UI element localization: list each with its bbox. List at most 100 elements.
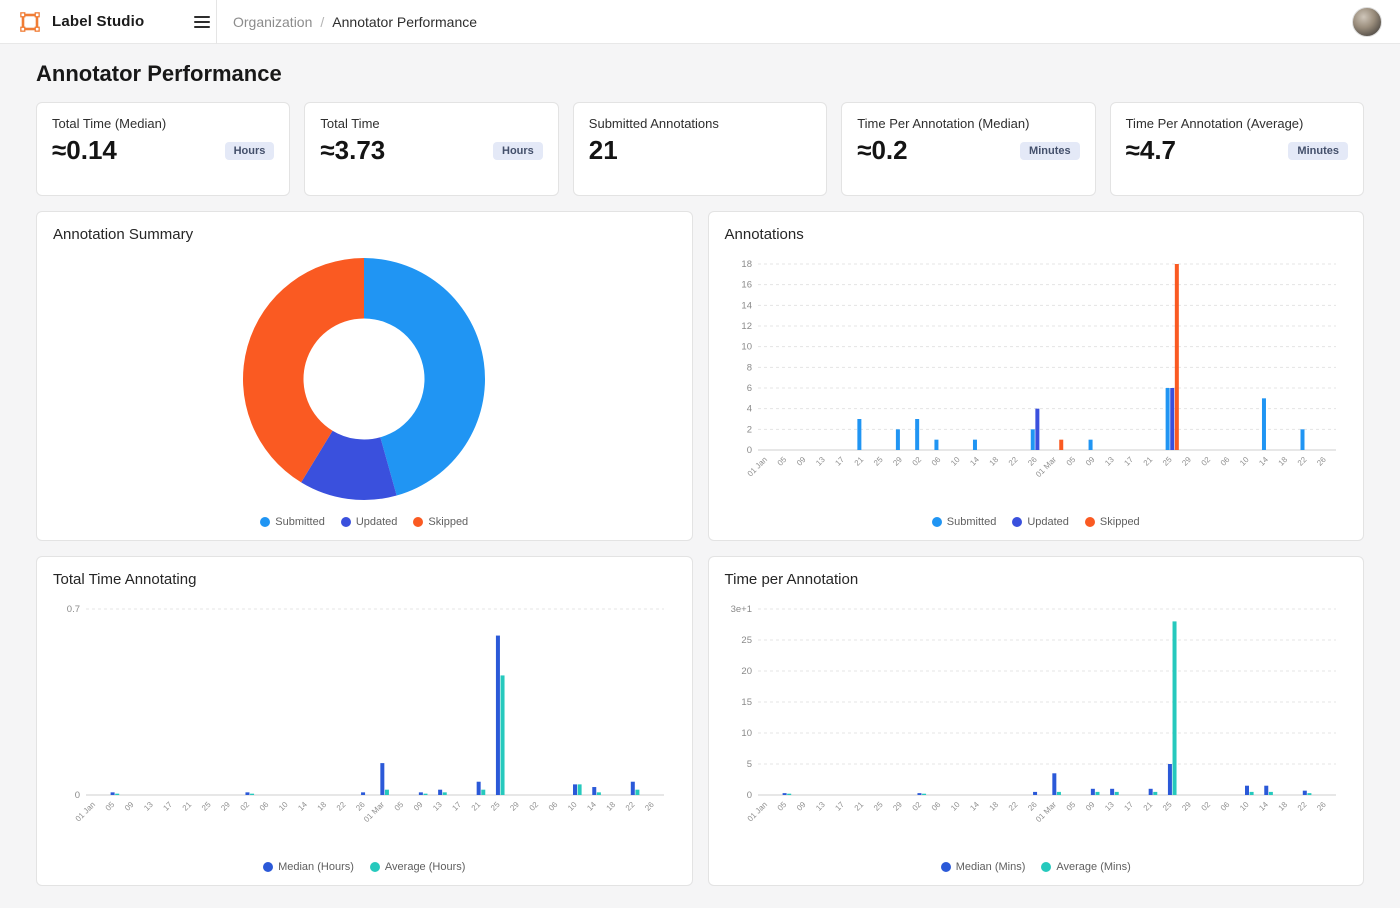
svg-text:18: 18: [987, 454, 1000, 467]
top-bar: Label Studio Organization / Annotator Pe…: [0, 0, 1400, 44]
legend-item[interactable]: Average (Hours): [370, 861, 466, 873]
svg-text:16: 16: [741, 279, 752, 290]
svg-text:02: 02: [910, 799, 923, 812]
total-time-annotating-bar-chart: 00.701 Jan050913172125290206101418222601…: [54, 599, 674, 849]
svg-text:10: 10: [566, 799, 579, 812]
legend-label: Skipped: [1100, 516, 1140, 528]
stat-cards: Total Time (Median) ≈0.14 Hours Total Ti…: [36, 102, 1364, 196]
svg-text:17: 17: [1122, 799, 1135, 812]
svg-text:29: 29: [220, 799, 233, 812]
svg-text:21: 21: [470, 799, 483, 812]
svg-text:14: 14: [968, 799, 981, 812]
svg-text:09: 09: [412, 799, 425, 812]
svg-text:14: 14: [1257, 454, 1270, 467]
stat-card-label: Time Per Annotation (Average): [1126, 116, 1348, 131]
legend-dot-icon: [932, 517, 942, 527]
legend-item[interactable]: Submitted: [260, 516, 325, 528]
svg-text:21: 21: [1141, 454, 1154, 467]
svg-text:14: 14: [741, 300, 752, 311]
stat-card-value: ≈0.14: [52, 135, 117, 166]
legend-label: Submitted: [947, 516, 997, 528]
svg-text:10: 10: [949, 799, 962, 812]
time-per-annotation-bar-chart: 05101520253e+101 Jan05091317212529020610…: [726, 599, 1346, 849]
svg-text:22: 22: [624, 799, 637, 812]
hamburger-icon: [194, 16, 210, 18]
svg-text:18: 18: [741, 259, 752, 270]
legend-item[interactable]: Updated: [341, 516, 398, 528]
legend-item[interactable]: Median (Mins): [941, 861, 1026, 873]
legend-dot-icon: [370, 862, 380, 872]
panel-time-per-annotation: Time per Annotation 05101520253e+101 Jan…: [708, 556, 1365, 886]
legend-item[interactable]: Skipped: [413, 516, 468, 528]
panel-title: Time per Annotation: [725, 571, 1348, 588]
svg-text:02: 02: [528, 799, 541, 812]
legend-dot-icon: [263, 862, 273, 872]
svg-text:14: 14: [297, 799, 310, 812]
breadcrumb-organization[interactable]: Organization: [233, 14, 312, 30]
annotation-summary-donut-chart: [242, 257, 486, 501]
svg-text:25: 25: [489, 799, 502, 812]
svg-text:0: 0: [746, 445, 751, 456]
svg-text:06: 06: [1219, 799, 1232, 812]
svg-text:29: 29: [509, 799, 522, 812]
svg-text:05: 05: [1064, 799, 1077, 812]
svg-text:17: 17: [162, 799, 175, 812]
panel-title: Annotation Summary: [53, 226, 676, 243]
breadcrumb-current-page: Annotator Performance: [332, 14, 477, 30]
breadcrumb: Organization / Annotator Performance: [233, 14, 477, 30]
panel-annotations: Annotations 02468101214161801 Jan0509131…: [708, 211, 1365, 541]
svg-text:0.7: 0.7: [67, 604, 80, 615]
svg-text:06: 06: [1219, 454, 1232, 467]
svg-text:25: 25: [872, 454, 885, 467]
svg-text:01 Jan: 01 Jan: [74, 800, 97, 823]
legend-item[interactable]: Median (Hours): [263, 861, 354, 873]
svg-text:17: 17: [833, 799, 846, 812]
stat-card-value: ≈4.7: [1126, 135, 1176, 166]
svg-text:26: 26: [643, 799, 656, 812]
svg-text:8: 8: [746, 362, 751, 373]
svg-text:29: 29: [891, 454, 904, 467]
svg-text:26: 26: [1026, 799, 1039, 812]
svg-text:01 Jan: 01 Jan: [745, 455, 768, 478]
stat-card-time-per-annotation-median: Time Per Annotation (Median) ≈0.2 Minute…: [841, 102, 1095, 196]
menu-toggle-button[interactable]: [190, 12, 214, 32]
svg-text:22: 22: [1007, 454, 1020, 467]
svg-text:05: 05: [775, 454, 788, 467]
legend-item[interactable]: Average (Mins): [1041, 861, 1130, 873]
stat-card-time-per-annotation-average: Time Per Annotation (Average) ≈4.7 Minut…: [1110, 102, 1364, 196]
chart-legend: Submitted Updated Skipped: [53, 512, 676, 530]
legend-label: Updated: [1027, 516, 1069, 528]
svg-text:13: 13: [1103, 454, 1116, 467]
svg-text:02: 02: [1199, 454, 1212, 467]
svg-text:02: 02: [910, 454, 923, 467]
legend-item[interactable]: Submitted: [932, 516, 997, 528]
svg-text:10: 10: [741, 341, 752, 352]
svg-text:25: 25: [872, 799, 885, 812]
svg-text:26: 26: [354, 799, 367, 812]
legend-label: Submitted: [275, 516, 325, 528]
app-name: Label Studio: [52, 13, 144, 30]
legend-dot-icon: [941, 862, 951, 872]
brand: Label Studio: [18, 10, 214, 34]
svg-text:22: 22: [1007, 799, 1020, 812]
svg-text:05: 05: [104, 799, 117, 812]
legend-label: Skipped: [428, 516, 468, 528]
svg-text:13: 13: [814, 454, 827, 467]
svg-text:13: 13: [142, 799, 155, 812]
stat-card-label: Total Time: [320, 116, 542, 131]
user-avatar[interactable]: [1352, 7, 1382, 37]
panel-total-time-annotating: Total Time Annotating 0 0.7 01 Jan 05 09 13 17…: [36, 556, 693, 886]
breadcrumb-separator: /: [320, 14, 324, 30]
svg-text:05: 05: [775, 799, 788, 812]
svg-text:01 Jan: 01 Jan: [745, 800, 768, 823]
svg-text:01 Mar: 01 Mar: [362, 799, 386, 823]
svg-text:6: 6: [746, 383, 751, 394]
panel-title: Total Time Annotating: [53, 571, 676, 588]
legend-item[interactable]: Skipped: [1085, 516, 1140, 528]
svg-text:22: 22: [335, 799, 348, 812]
legend-item[interactable]: Updated: [1012, 516, 1069, 528]
svg-text:10: 10: [1238, 799, 1251, 812]
svg-text:09: 09: [1084, 799, 1097, 812]
legend-dot-icon: [1041, 862, 1051, 872]
svg-text:0: 0: [75, 790, 80, 801]
